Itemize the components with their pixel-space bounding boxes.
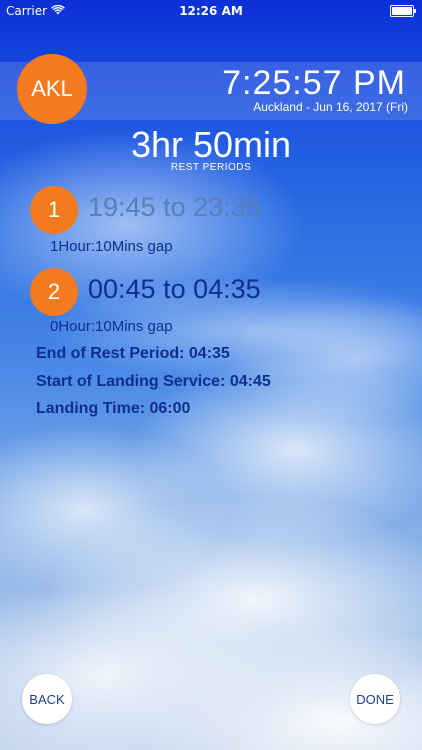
location-date: Auckland - Jun 16, 2017 (Fri) <box>253 100 408 114</box>
period-1-badge: 1 <box>30 186 78 234</box>
done-button[interactable]: DONE <box>350 674 400 724</box>
period-1-range: 19:45 to 23:35 <box>88 192 261 222</box>
period-1-gap: 1Hour:10Mins gap <box>50 238 173 255</box>
end-of-rest-period: End of Rest Period: 04:35 <box>36 345 230 362</box>
period-2-badge: 2 <box>30 268 78 316</box>
battery-icon <box>390 5 416 17</box>
status-bar: Carrier 12:26 AM <box>0 0 422 22</box>
back-button[interactable]: BACK <box>22 674 72 724</box>
rest-periods-label: REST PERIODS <box>170 162 252 173</box>
period-2-gap: 0Hour:10Mins gap <box>50 318 173 335</box>
local-time: 7:25:57 PM <box>222 64 406 102</box>
landing-time: Landing Time: 06:00 <box>36 400 191 417</box>
start-of-landing-service: Start of Landing Service: 04:45 <box>36 373 271 390</box>
airport-code-badge[interactable]: AKL <box>17 54 87 124</box>
status-time: 12:26 AM <box>179 4 243 18</box>
period-2-range: 00:45 to 04:35 <box>88 274 261 304</box>
battery-fill <box>392 7 412 15</box>
total-rest-duration: 3hr 50min <box>130 124 292 165</box>
